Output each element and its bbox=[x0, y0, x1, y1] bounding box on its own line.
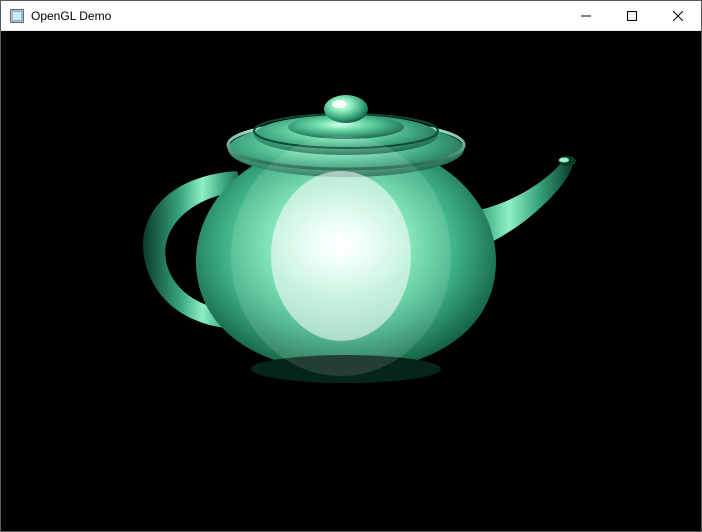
close-button[interactable] bbox=[655, 1, 701, 30]
window-controls bbox=[563, 1, 701, 30]
close-icon bbox=[673, 11, 683, 21]
minimize-icon bbox=[581, 11, 591, 21]
app-window: OpenGL Demo bbox=[0, 0, 702, 532]
window-title: OpenGL Demo bbox=[31, 1, 111, 31]
maximize-icon bbox=[627, 11, 637, 21]
spout-opening-highlight bbox=[559, 158, 569, 163]
teapot-knob-highlight bbox=[332, 100, 346, 108]
rendered-scene bbox=[1, 31, 701, 531]
minimize-button[interactable] bbox=[563, 1, 609, 30]
body-specular-falloff bbox=[231, 136, 451, 376]
teapot-knob bbox=[324, 95, 368, 123]
app-icon bbox=[9, 8, 25, 24]
titlebar[interactable]: OpenGL Demo bbox=[1, 1, 701, 31]
gl-viewport[interactable] bbox=[1, 31, 701, 531]
maximize-button[interactable] bbox=[609, 1, 655, 30]
